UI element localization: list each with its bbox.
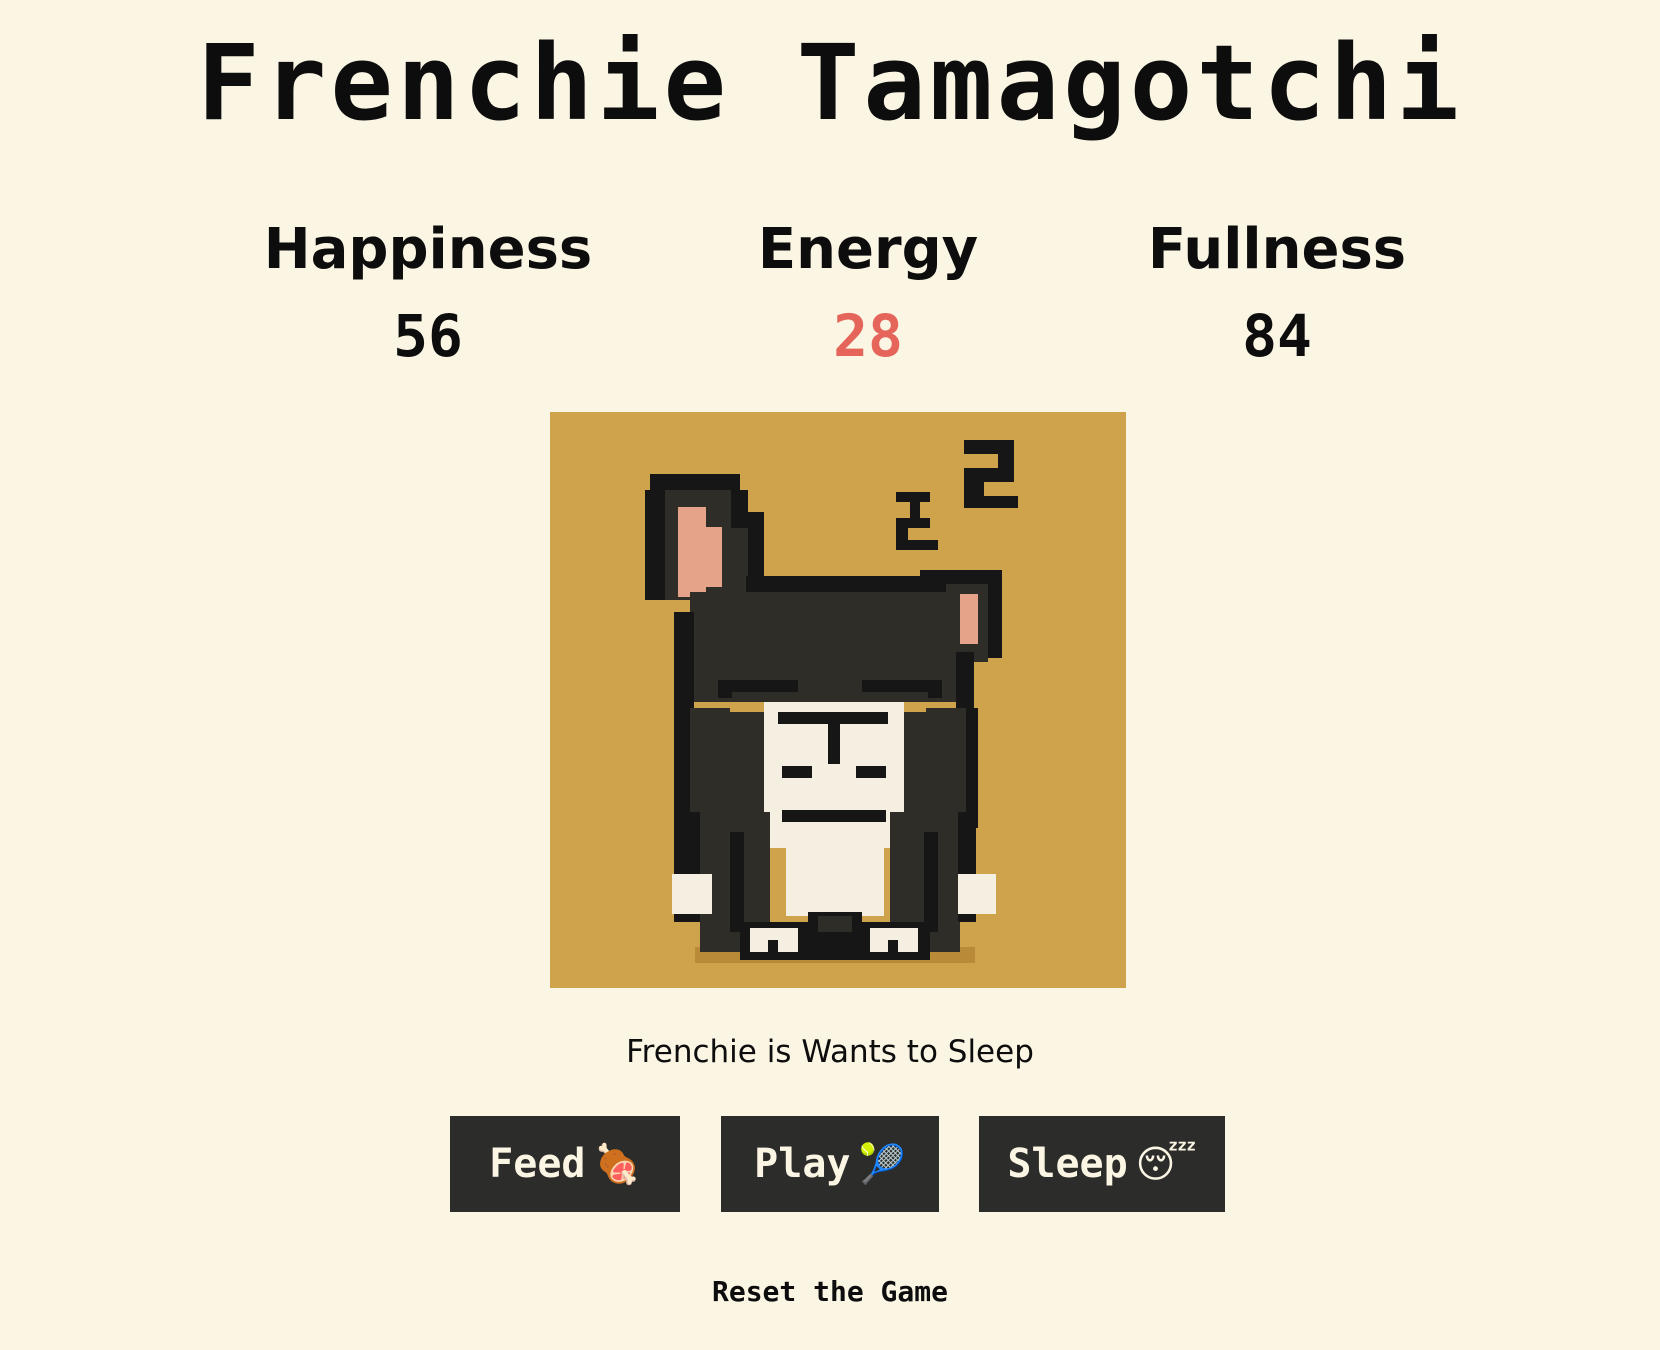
happiness-value: 56: [393, 302, 463, 370]
sleeping-frenchie-image: [645, 440, 1018, 963]
stat-energy: Energy 28: [688, 210, 1048, 376]
feed-button[interactable]: Feed 🍖: [450, 1116, 680, 1212]
sleep-z-icon: [896, 440, 1018, 550]
stat-happiness: Happiness 56: [248, 210, 608, 376]
pet-status-text: Frenchie is Wants to Sleep: [626, 1034, 1034, 1070]
energy-label: Energy: [757, 217, 979, 282]
stats-panel: Happiness 56 Energy 28 Fullness 84: [0, 210, 1660, 370]
meat-icon: 🍖: [593, 1142, 641, 1186]
reset-game-link[interactable]: Reset the Game: [0, 1270, 1660, 1314]
feed-button-label: Feed: [489, 1141, 586, 1187]
frenchie-body: [645, 474, 1002, 960]
fullness-label: Fullness: [1147, 217, 1407, 282]
play-button[interactable]: Play 🎾: [721, 1116, 939, 1212]
sleep-button-label: Sleep: [1007, 1141, 1128, 1187]
pet-display: [550, 412, 1126, 988]
stat-fullness: Fullness 84: [1097, 210, 1457, 376]
game-title: Frenchie Tamagotchi: [197, 22, 1463, 144]
sleeping-face-icon: 😴: [1135, 1142, 1197, 1186]
play-button-label: Play: [754, 1141, 851, 1187]
tennis-ball-icon: 🎾: [858, 1142, 906, 1186]
energy-value: 28: [833, 302, 903, 370]
fullness-value: 84: [1242, 302, 1312, 370]
happiness-label: Happiness: [263, 217, 593, 282]
sleep-button[interactable]: Sleep 😴: [979, 1116, 1225, 1212]
